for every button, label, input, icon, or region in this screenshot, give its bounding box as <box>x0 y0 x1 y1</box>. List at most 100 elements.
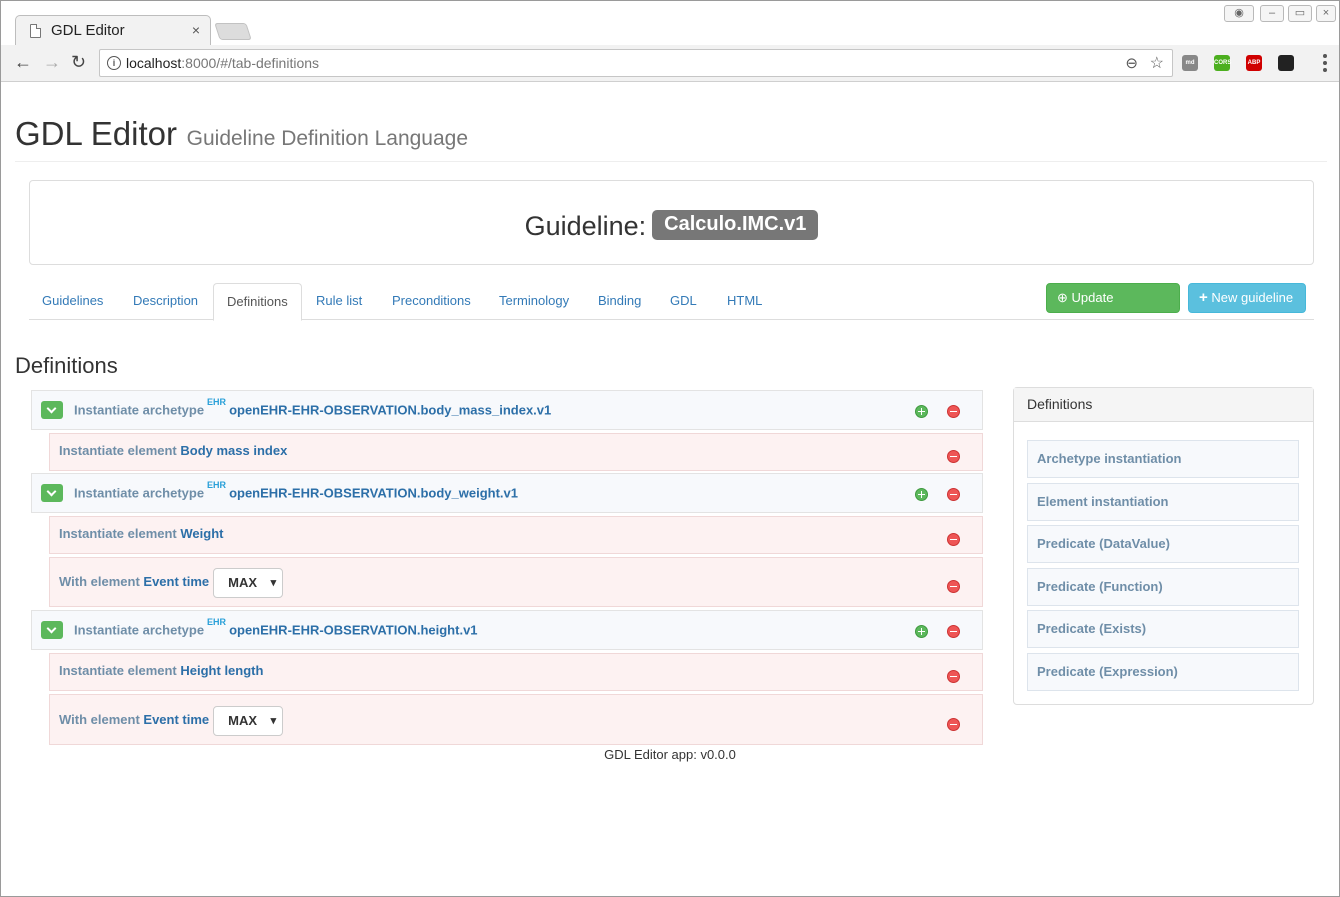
tab-definitions[interactable]: Definitions <box>213 283 302 321</box>
reload-icon[interactable]: ↻ <box>71 53 86 71</box>
remove-icon[interactable] <box>947 533 960 546</box>
definition-text: Instantiate element Weight <box>59 526 223 541</box>
ehr-tag: EHR <box>207 480 227 490</box>
new-tab-button[interactable] <box>214 23 252 40</box>
remove-icon[interactable] <box>947 625 960 638</box>
definition-prefix: Instantiate archetype <box>74 485 205 501</box>
remove-icon[interactable] <box>947 450 960 463</box>
md-extension-icon[interactable]: md <box>1182 55 1198 71</box>
definition-value[interactable]: Body mass index <box>180 443 287 458</box>
browser-menu-icon[interactable] <box>1323 54 1327 72</box>
definition-text: Instantiate archetypeEHRopenEHR-EHR-OBSE… <box>74 397 551 418</box>
definition-prefix: Instantiate archetype <box>74 402 205 418</box>
chevron-down-icon[interactable] <box>41 484 63 502</box>
url-path: :8000/#/tab-definitions <box>181 55 320 71</box>
tab-guidelines[interactable]: Guidelines <box>29 283 116 320</box>
add-icon[interactable] <box>915 405 928 418</box>
add-icon[interactable] <box>915 488 928 501</box>
aggregation-select[interactable]: MAX <box>213 567 284 598</box>
page-header: GDL Editor Guideline Definition Language <box>15 115 1327 162</box>
ehr-tag: EHR <box>207 397 227 407</box>
browser-toolbar: ← → ↻ i localhost:8000/#/tab-definitions… <box>1 45 1339 82</box>
guideline-id-badge: Calculo.IMC.v1 <box>652 209 819 240</box>
close-window-button[interactable]: × <box>1316 5 1336 22</box>
palette-item-archetype-instantiation[interactable]: Archetype instantiation <box>1027 440 1299 478</box>
tab-binding[interactable]: Binding <box>585 283 654 320</box>
element-row: Instantiate element Height length <box>49 653 983 691</box>
archetype-row: Instantiate archetypeEHRopenEHR-EHR-OBSE… <box>31 390 983 430</box>
aggregation-select[interactable]: MAX <box>213 705 284 736</box>
address-bar[interactable]: i localhost:8000/#/tab-definitions ⊖ ☆ <box>99 49 1173 77</box>
archetype-row: Instantiate archetypeEHRopenEHR-EHR-OBSE… <box>31 610 983 650</box>
forward-icon[interactable]: → <box>43 53 61 71</box>
zoom-icon[interactable]: ⊖ <box>1125 54 1138 72</box>
definition-text: Instantiate element Body mass index <box>59 443 287 458</box>
definition-prefix: Instantiate archetype <box>74 622 205 638</box>
with-element-row: With element Event time MAX <box>49 694 983 745</box>
palette-item-predicate-function[interactable]: Predicate (Function) <box>1027 567 1299 606</box>
tab-strip: GDL Editor × ◉ – ▭ × <box>1 1 1339 46</box>
definition-value[interactable]: Height length <box>180 663 263 678</box>
info-icon[interactable]: i <box>107 56 121 70</box>
tab-preconditions[interactable]: Preconditions <box>379 283 484 320</box>
definition-value[interactable]: openEHR-EHR-OBSERVATION.body_mass_index.… <box>229 402 551 417</box>
maximize-button[interactable]: ▭ <box>1288 5 1312 22</box>
browser-window: GDL Editor × ◉ – ▭ × ← → ↻ i localhost:8… <box>0 0 1340 897</box>
chevron-down-icon[interactable] <box>41 401 63 419</box>
definitions-palette: Definitions Archetype instantiation Eleme… <box>1013 387 1314 705</box>
element-row: Instantiate element Weight <box>49 516 983 554</box>
ehr-tag: EHR <box>207 617 227 627</box>
remove-icon[interactable] <box>947 405 960 418</box>
cors-extension-icon[interactable]: CORS <box>1214 55 1231 71</box>
remove-icon[interactable] <box>947 488 960 501</box>
chevron-down-icon[interactable] <box>41 621 63 639</box>
add-icon[interactable] <box>915 625 928 638</box>
palette-title: Definitions <box>1014 388 1313 422</box>
definition-value[interactable]: openEHR-EHR-OBSERVATION.height.v1 <box>229 622 477 637</box>
tab-rule-list[interactable]: Rule list <box>303 283 375 320</box>
tab-html[interactable]: HTML <box>714 283 775 320</box>
app-title: GDL Editor <box>15 115 178 152</box>
close-tab-icon[interactable]: × <box>192 22 200 38</box>
remove-icon[interactable] <box>947 580 960 593</box>
page-icon <box>30 24 41 38</box>
definition-text: Instantiate element Height length <box>59 663 263 678</box>
minimize-button[interactable]: – <box>1260 5 1284 22</box>
palette-item-predicate-datavalue[interactable]: Predicate (DataValue) <box>1027 525 1299 564</box>
bookmark-star-icon[interactable]: ☆ <box>1150 53 1164 73</box>
palette-item-predicate-exists[interactable]: Predicate (Exists) <box>1027 610 1299 649</box>
definition-text: Instantiate archetypeEHRopenEHR-EHR-OBSE… <box>74 617 478 638</box>
definition-text: Instantiate archetypeEHRopenEHR-EHR-OBSE… <box>74 480 518 501</box>
with-element-row: With element Event time MAX <box>49 557 983 607</box>
definition-prefix: Instantiate element <box>59 443 177 458</box>
tab-gdl[interactable]: GDL <box>657 283 710 320</box>
definition-prefix: With element <box>59 574 140 589</box>
definition-value[interactable]: Event time <box>143 574 209 589</box>
upload-icon: ⊕ <box>1057 290 1068 305</box>
page-content: GDL Editor Guideline Definition Language… <box>1 83 1339 893</box>
footer-version: GDL Editor app: v0.0.0 <box>604 747 736 762</box>
definition-value[interactable]: openEHR-EHR-OBSERVATION.body_weight.v1 <box>229 485 518 500</box>
browser-tab[interactable]: GDL Editor × <box>15 15 211 46</box>
profile-icon[interactable]: ◉ <box>1224 5 1254 22</box>
remove-icon[interactable] <box>947 718 960 731</box>
definition-value[interactable]: Weight <box>180 526 223 541</box>
new-guideline-button[interactable]: + New guideline <box>1188 283 1306 313</box>
abp-extension-icon[interactable]: ABP <box>1246 55 1262 71</box>
gnome-extension-icon[interactable] <box>1278 55 1294 71</box>
definition-value[interactable]: Event time <box>143 712 209 727</box>
remove-icon[interactable] <box>947 670 960 683</box>
guideline-prefix: Guideline: <box>524 211 647 241</box>
url-text[interactable]: localhost:8000/#/tab-definitions <box>126 55 319 71</box>
definition-prefix: With element <box>59 712 140 727</box>
back-icon[interactable]: ← <box>14 53 32 71</box>
plus-icon: + <box>1199 289 1208 306</box>
tab-description[interactable]: Description <box>120 283 211 320</box>
definition-text: With element Event time MAX <box>59 567 284 598</box>
update-guideline-button[interactable]: ⊕ Update guideline <box>1046 283 1180 333</box>
section-title: Definitions <box>15 353 118 378</box>
archetype-row: Instantiate archetypeEHRopenEHR-EHR-OBSE… <box>31 473 983 513</box>
palette-item-predicate-expression[interactable]: Predicate (Expression) <box>1027 653 1299 691</box>
tab-terminology[interactable]: Terminology <box>486 283 582 320</box>
palette-item-element-instantiation[interactable]: Element instantiation <box>1027 482 1299 521</box>
